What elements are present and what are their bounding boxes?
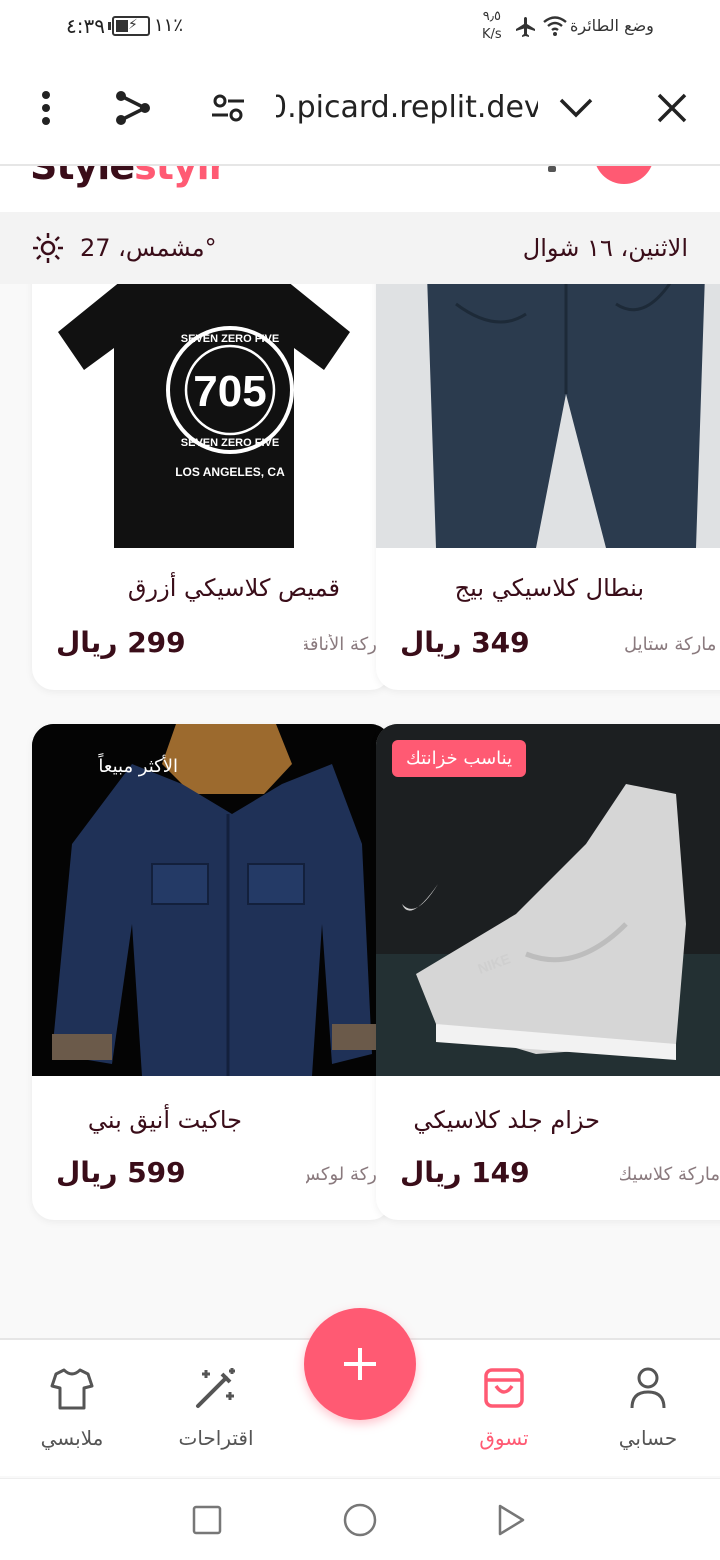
weather-text: °مشمس، 27 [80, 234, 217, 262]
product-price: 349 ريال [400, 626, 530, 659]
collapse-button[interactable] [552, 84, 600, 132]
product-name: جاكيت أنيق بني [87, 1106, 242, 1134]
nav-label-suggestions: اقتراحات [178, 1426, 254, 1450]
nav-item-shop[interactable]: تسوق [434, 1340, 574, 1478]
network-speed-unit: K/s [482, 27, 502, 42]
product-card[interactable]: بنطال كلاسيكي بيج 349 ريال ماركة ستايل [376, 284, 720, 690]
network-speed-value: ٩٫٥ [482, 9, 501, 24]
header-dot-icon [548, 166, 556, 172]
nav-label-account: حسابي [618, 1426, 678, 1450]
nav-item-account[interactable]: حسابي [578, 1340, 718, 1478]
more-vertical-icon [42, 91, 50, 125]
bestseller-badge: الأكثر مبيعاً [98, 756, 178, 777]
share-button[interactable] [108, 84, 156, 132]
avatar[interactable] [594, 166, 654, 184]
tshirt-number: 705 [193, 367, 266, 416]
screen: ٤:٣٩ ⚡ ١١٪ ٩٫٥ K/s وضع الطائرة 0.picard.… [0, 0, 720, 1560]
sun-icon [33, 233, 63, 263]
tshirt-ring-text-bottom: SEVEN ZERO FIVE [181, 437, 279, 449]
magic-wand-icon [196, 1368, 235, 1408]
more-menu-button[interactable] [22, 84, 70, 132]
airplane-mode-label: وضع الطائرة [570, 16, 654, 35]
product-price: 149 ريال [400, 1156, 530, 1189]
add-item-button[interactable] [304, 1308, 416, 1420]
nav-item-suggestions[interactable]: اقتراحات [146, 1340, 286, 1478]
product-price: 599 ريال [56, 1156, 186, 1189]
browser-toolbar: 0.picard.replit.dev [0, 58, 720, 166]
close-tab-button[interactable] [648, 84, 696, 132]
site-settings-button[interactable] [204, 84, 252, 132]
date-text: الاثنين، ١٦ شوال [522, 234, 688, 262]
fits-wardrobe-badge: يناسب خزانتك [392, 740, 527, 777]
status-bar: ٤:٣٩ ⚡ ١١٪ ٩٫٥ K/s وضع الطائرة [0, 0, 720, 58]
date-weather-bar: °مشمس، 27 الاثنين، ١٦ شوال [0, 212, 720, 284]
system-navigation [0, 1478, 720, 1560]
product-grid: 705 SEVEN ZERO FIVE SEVEN ZERO FIVE LOS … [0, 284, 720, 1338]
circle-icon [343, 1503, 377, 1537]
network-speed: ٩٫٥ K/s [482, 8, 502, 44]
product-card[interactable]: NIKE يناسب خزانتك حزام جلد كلاسيكي 149 ر… [376, 724, 720, 1220]
nav-label-wardrobe: ملابسي [40, 1426, 104, 1450]
battery-icon: ⚡ [108, 16, 150, 36]
chevron-down-icon [559, 98, 593, 118]
app-logo[interactable]: Stylestylr [30, 166, 227, 188]
share-icon [116, 91, 150, 125]
product-image [376, 284, 720, 548]
battery-percent: ١١٪ [154, 15, 184, 36]
product-price: 299 ريال [56, 626, 186, 659]
url-text: 0.picard.replit.dev [276, 90, 538, 125]
tune-icon [212, 94, 244, 122]
product-card[interactable]: الأكثر مبيعاً جاكيت أنيق بني 599 ريال ما… [32, 724, 392, 1220]
tshirt-image: 705 SEVEN ZERO FIVE SEVEN ZERO FIVE LOS … [58, 284, 350, 548]
tshirt-city: LOS ANGELES, CA [175, 465, 285, 479]
square-icon [192, 1505, 222, 1535]
product-image: 705 SEVEN ZERO FIVE SEVEN ZERO FIVE LOS … [32, 284, 392, 548]
close-icon [657, 93, 687, 123]
wifi-icon [543, 16, 567, 36]
product-brand: ماركة ستايل [624, 634, 717, 655]
product-name: بنطال كلاسيكي بيج [454, 574, 644, 602]
shopping-bag-icon [484, 1368, 524, 1408]
shirt-icon [50, 1368, 94, 1410]
url-field[interactable]: 0.picard.replit.dev [276, 90, 538, 134]
product-name: قميص كلاسيكي أزرق [127, 574, 340, 602]
nav-item-wardrobe[interactable]: ملابسي [2, 1340, 142, 1478]
product-name: حزام جلد كلاسيكي [413, 1106, 600, 1134]
home-button[interactable] [339, 1499, 381, 1541]
recents-button[interactable] [186, 1499, 228, 1541]
triangle-back-icon [498, 1504, 525, 1536]
trousers-image [376, 284, 720, 548]
plus-icon [344, 1348, 376, 1380]
app-header: Stylestylr [0, 166, 720, 212]
product-brand: ماركة كلاسيك [620, 1164, 720, 1185]
user-icon [630, 1367, 666, 1409]
status-time: ٤:٣٩ [66, 14, 105, 38]
airplane-icon [516, 17, 535, 37]
back-button[interactable] [490, 1499, 532, 1541]
nav-label-shop: تسوق [479, 1426, 529, 1450]
tshirt-ring-text-top: SEVEN ZERO FIVE [181, 333, 279, 345]
product-card[interactable]: 705 SEVEN ZERO FIVE SEVEN ZERO FIVE LOS … [32, 284, 392, 690]
